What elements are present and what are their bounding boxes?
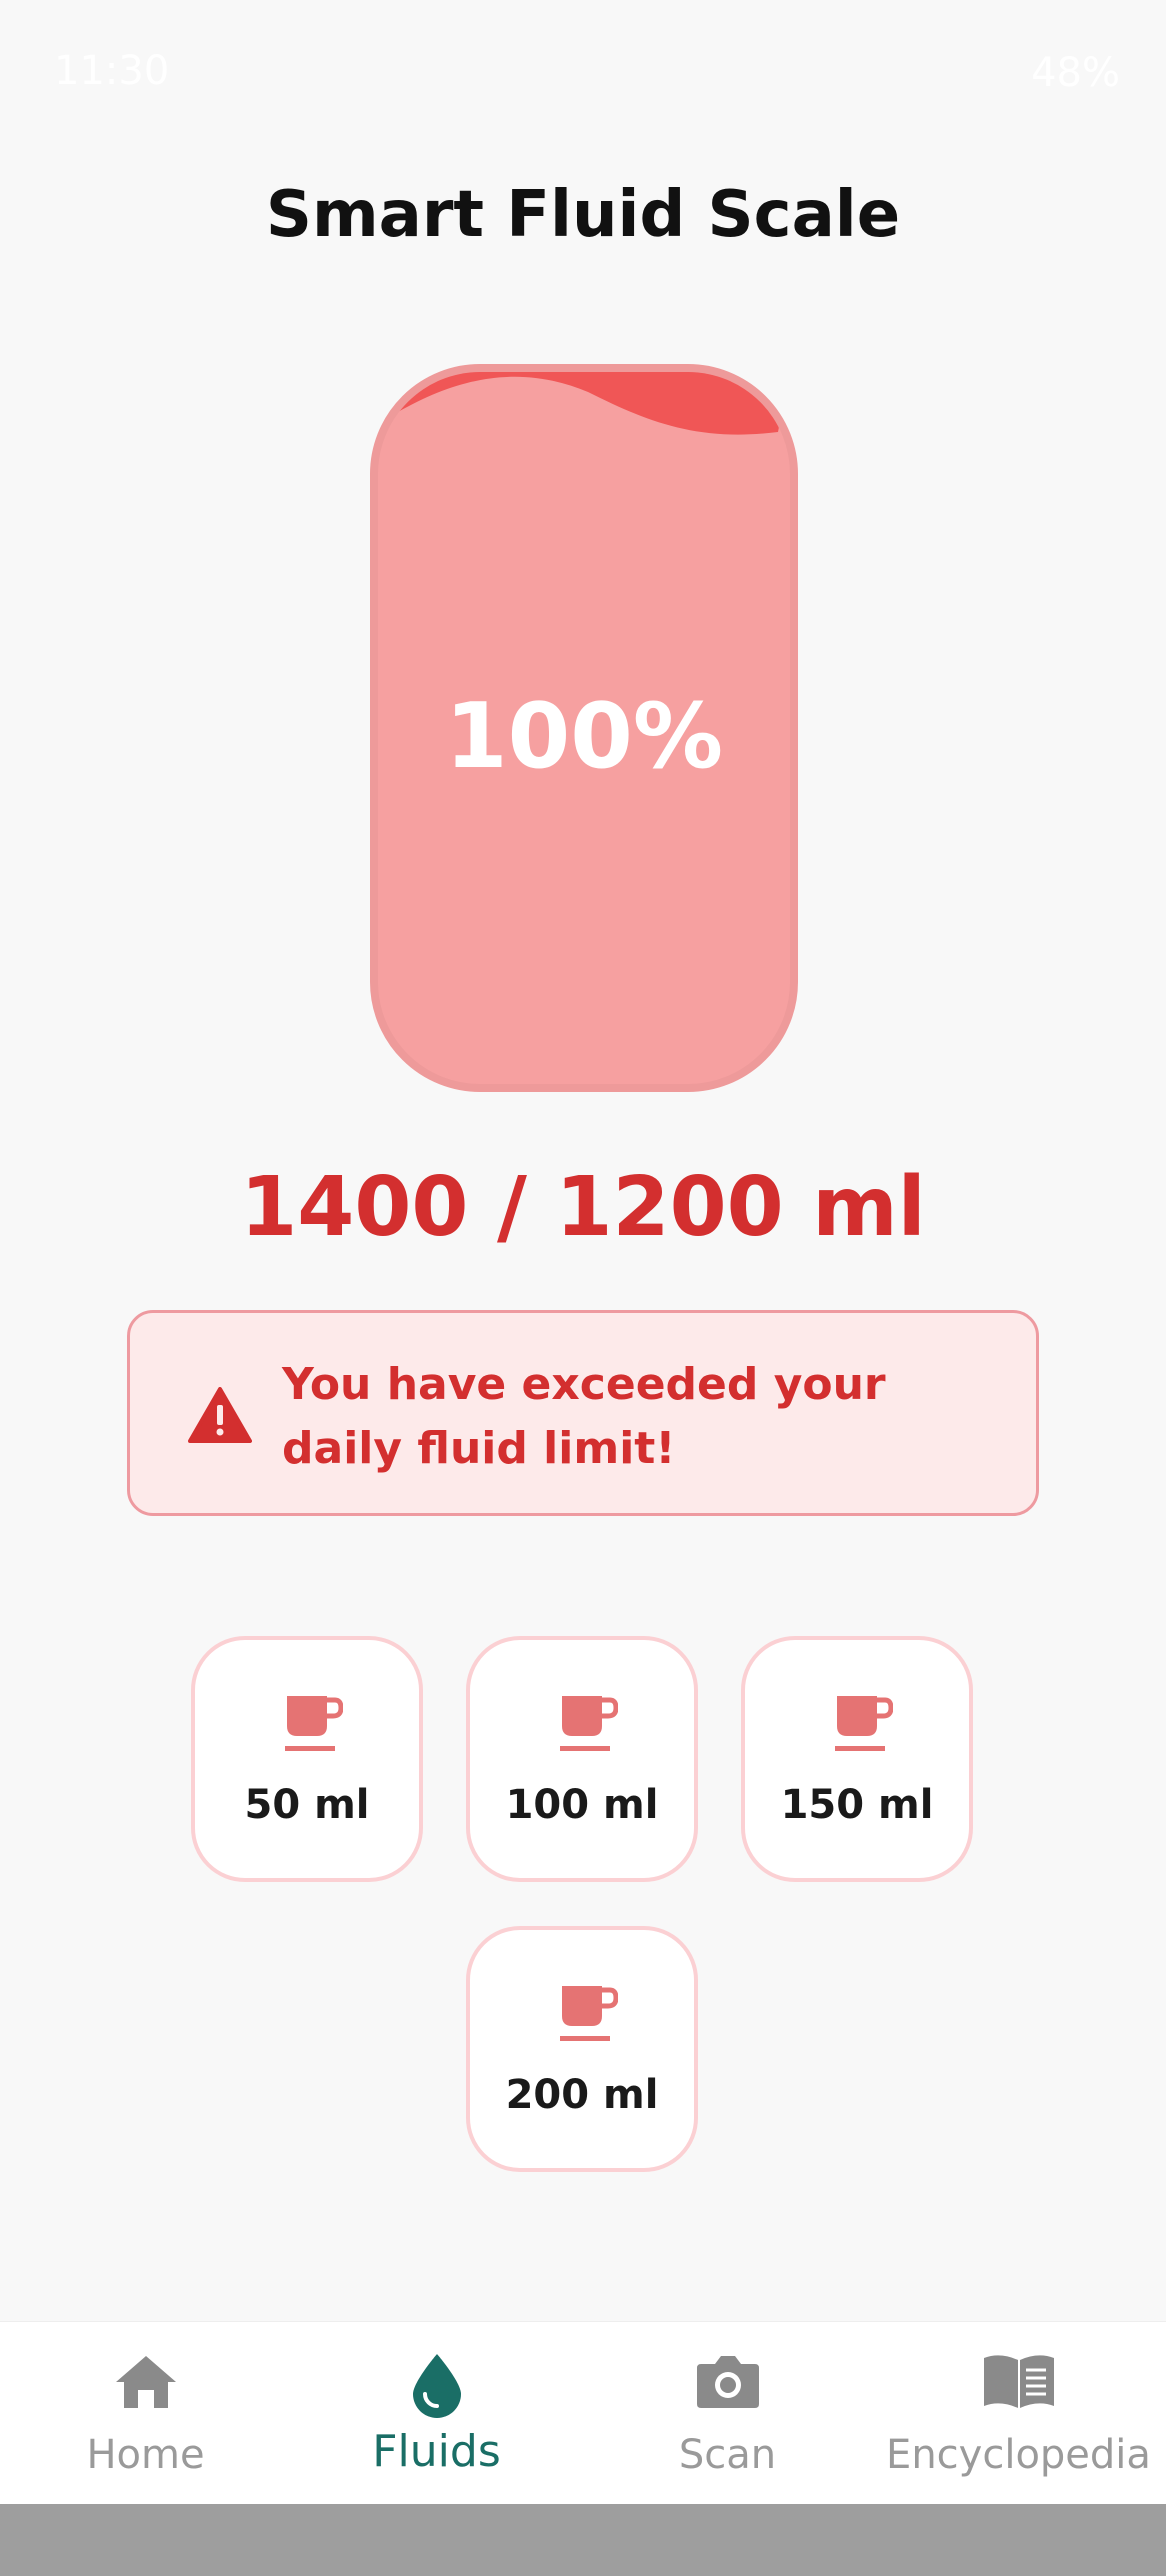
- cup-icon: [835, 1696, 893, 1751]
- home-icon: [115, 2356, 176, 2408]
- nav-label-encyclopedia: Encyclopedia: [886, 2432, 1151, 2478]
- nav-item-scan[interactable]: Scan: [582, 2322, 873, 2504]
- cup-label: 200 ml: [505, 2072, 659, 2118]
- bottom-nav: Home Fluids Scan Encyclopedia: [0, 2322, 1166, 2504]
- alert-message: You have exceeded your daily fluid limit…: [282, 1359, 886, 1474]
- camera-icon: [696, 2356, 759, 2408]
- status-icons: 48%: [1031, 50, 1120, 96]
- add-50ml-button[interactable]: 50 ml: [191, 1636, 423, 1882]
- bottle-percent: 100%: [444, 684, 724, 789]
- wave-graphic: [378, 372, 790, 435]
- fluid-bottle-gauge: 100%: [370, 364, 798, 1092]
- add-150ml-button[interactable]: 150 ml: [741, 1636, 973, 1882]
- nav-label-fluids: Fluids: [372, 2426, 501, 2477]
- warning-icon: [188, 1387, 252, 1443]
- intake-total: 1400 / 1200 ml: [240, 1160, 926, 1255]
- nav-label-home: Home: [86, 2432, 205, 2478]
- add-100ml-button[interactable]: 100 ml: [466, 1636, 698, 1882]
- nav-item-encyclopedia[interactable]: Encyclopedia: [873, 2322, 1164, 2504]
- add-200ml-button[interactable]: 200 ml: [466, 1926, 698, 2172]
- droplet-icon: [412, 2354, 461, 2418]
- book-icon: [983, 2355, 1054, 2408]
- page-title: Smart Fluid Scale: [265, 178, 901, 252]
- cup-label: 100 ml: [505, 1782, 659, 1828]
- cup-icon: [560, 1986, 618, 2041]
- status-bar: 11:30 48%: [0, 0, 1166, 148]
- cup-icon: [285, 1696, 343, 1751]
- cup-icon: [560, 1696, 618, 1751]
- system-navigation-bar: [0, 2504, 1166, 2576]
- cup-label: 50 ml: [244, 1782, 370, 1828]
- nav-item-fluids[interactable]: Fluids: [291, 2322, 582, 2504]
- cup-label: 150 ml: [780, 1782, 934, 1828]
- limit-alert: You have exceeded your daily fluid limit…: [127, 1310, 1039, 1516]
- status-time: 11:30: [54, 48, 170, 94]
- nav-label-scan: Scan: [678, 2432, 777, 2478]
- battery-level: 48%: [1031, 50, 1120, 96]
- nav-item-home[interactable]: Home: [0, 2322, 291, 2504]
